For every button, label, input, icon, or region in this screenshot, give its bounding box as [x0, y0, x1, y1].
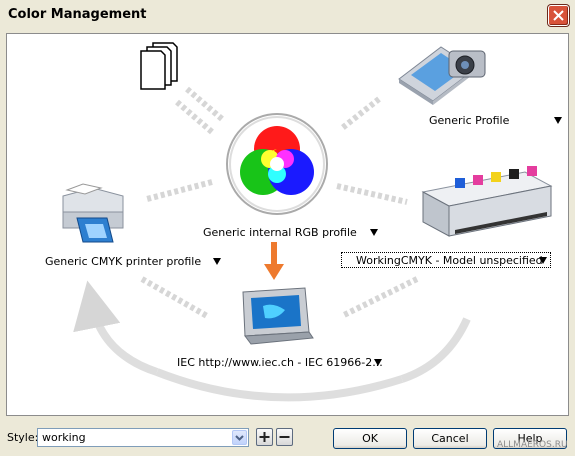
arc-left: [73, 280, 159, 376]
monitor-profile-dropdown-icon[interactable]: [374, 359, 382, 366]
arrow-wheel-to-printer: [146, 179, 213, 202]
monitor-icon: [242, 287, 314, 345]
style-select-value: working: [42, 431, 86, 444]
monitor-profile-label: IEC http://www.iec.ch - IEC 61966-2...: [177, 356, 383, 369]
minus-icon: [279, 436, 290, 438]
arrow-printer-to-monitor: [140, 276, 209, 319]
arrow-press-to-monitor: [340, 276, 419, 319]
arrow-wheel-to-press: [336, 183, 408, 205]
printer-profile-dropdown-icon[interactable]: [213, 258, 221, 265]
chevron-down-icon: [235, 435, 244, 441]
active-arrow: [264, 242, 284, 280]
add-style-button[interactable]: [256, 428, 273, 446]
style-select[interactable]: working: [37, 428, 249, 447]
arrow-scanner-to-wheel: [339, 96, 381, 132]
arc-bottom: [155, 368, 404, 402]
color-flow-panel: Generic Profile Generic internal RGB pro…: [6, 33, 569, 416]
separation-profile-label: WorkingCMYK - Model unspecified: [356, 254, 543, 267]
printer-icon: [62, 183, 124, 243]
arc-right: [400, 317, 471, 383]
title-bar: Color Management: [0, 0, 575, 32]
internal-profile-label: Generic internal RGB profile: [203, 226, 357, 239]
source-profile-label: Generic Profile: [429, 114, 510, 127]
window-title: Color Management: [8, 7, 147, 22]
cancel-button[interactable]: Cancel: [413, 428, 487, 449]
internal-profile-dropdown-icon[interactable]: [370, 229, 378, 236]
arrow-documents-to-wheel: [175, 86, 224, 135]
style-dropdown-button[interactable]: [232, 430, 247, 445]
plus-icon: [259, 432, 270, 442]
ok-button[interactable]: OK: [333, 428, 407, 449]
close-icon: [553, 10, 564, 21]
color-wheel-icon: [226, 113, 328, 215]
scanner-camera-icon: [398, 46, 486, 105]
watermark: ALLMAEROS.RU: [497, 440, 568, 450]
press-icon: [421, 166, 553, 237]
remove-style-button[interactable]: [276, 428, 293, 446]
style-label: Style:: [7, 431, 39, 444]
close-button[interactable]: [548, 5, 569, 26]
documents-icon: [140, 42, 178, 90]
separation-profile-dropdown-icon[interactable]: [539, 257, 547, 264]
printer-profile-label: Generic CMYK printer profile: [45, 255, 202, 268]
source-profile-dropdown-icon[interactable]: [554, 117, 562, 124]
